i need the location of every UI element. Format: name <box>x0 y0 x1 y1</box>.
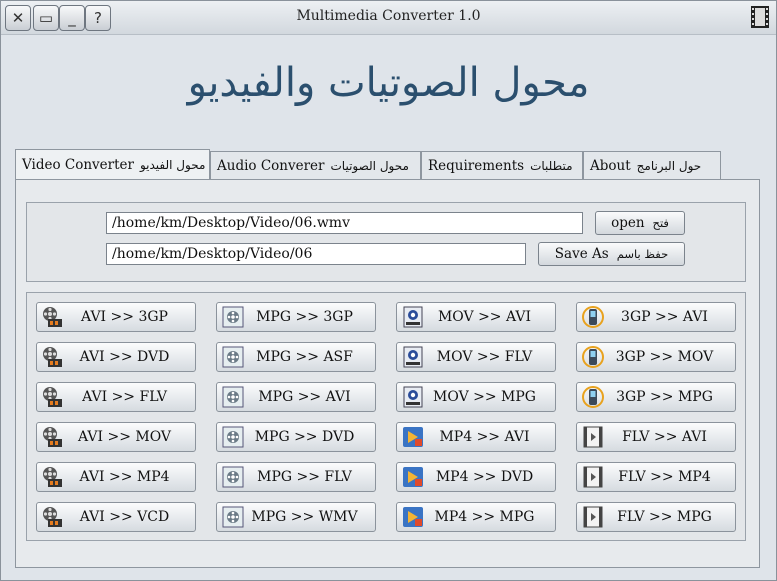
convert-mov-mpg-button[interactable]: MOV >> MPG <box>396 382 556 412</box>
convert-avi-3gp-button[interactable]: AVI >> 3GP <box>36 302 196 332</box>
tab-label: Video Converter <box>22 156 134 173</box>
convert-mp4-avi-button[interactable]: MP4 >> AVI <box>396 422 556 452</box>
convert-button-label: FLV >> MPG <box>617 509 712 525</box>
mp4-media-icon <box>402 466 424 488</box>
quicktime-icon <box>402 386 424 408</box>
mobile-phone-icon <box>582 346 604 368</box>
title-bar: ✕ ▭ _ ? Multimedia Converter 1.0 <box>0 0 777 35</box>
convert-mpg-asf-button[interactable]: MPG >> ASF <box>216 342 376 372</box>
convert-button-label: MP4 >> AVI <box>439 429 530 445</box>
flash-video-icon <box>582 466 604 488</box>
convert-button-label: 3GP >> MOV <box>615 349 714 365</box>
tab-label-arabic: محول الفيديو <box>139 157 206 172</box>
convert-mov-flv-button[interactable]: MOV >> FLV <box>396 342 556 372</box>
quicktime-icon <box>402 346 424 368</box>
save-as-button-label: Save As <box>554 246 609 262</box>
mpg-reel-icon <box>222 386 244 408</box>
convert-button-label: MP4 >> DVD <box>435 469 534 485</box>
convert-3gp-mov-button[interactable]: 3GP >> MOV <box>576 342 736 372</box>
convert-mp4-mpg-button[interactable]: MP4 >> MPG <box>396 502 556 532</box>
convert-mpg-avi-button[interactable]: MPG >> AVI <box>216 382 376 412</box>
convert-mpg-flv-button[interactable]: MPG >> FLV <box>216 462 376 492</box>
convert-avi-vcd-button[interactable]: AVI >> VCD <box>36 502 196 532</box>
convert-mpg-dvd-button[interactable]: MPG >> DVD <box>216 422 376 452</box>
convert-flv-avi-button[interactable]: FLV >> AVI <box>576 422 736 452</box>
convert-button-label: MPG >> 3GP <box>256 309 353 325</box>
convert-3gp-mpg-button[interactable]: 3GP >> MPG <box>576 382 736 412</box>
flash-video-icon <box>582 426 604 448</box>
tab-about[interactable]: About حول البرنامج <box>583 151 721 179</box>
convert-button-label: AVI >> DVD <box>79 349 170 365</box>
convert-flv-mpg-button[interactable]: FLV >> MPG <box>576 502 736 532</box>
film-reel-icon <box>42 346 64 368</box>
convert-button-label: MPG >> ASF <box>256 349 353 365</box>
film-reel-icon <box>42 386 64 408</box>
convert-button-label: AVI >> FLV <box>82 389 167 405</box>
tab-requirements[interactable]: Requirements متطلبات <box>421 151 583 179</box>
tab-label: Audio Converer <box>217 157 325 174</box>
flash-video-icon <box>582 506 604 528</box>
convert-button-label: MOV >> MPG <box>433 389 536 405</box>
mobile-phone-icon <box>582 386 604 408</box>
mpg-reel-icon <box>222 426 244 448</box>
convert-avi-dvd-button[interactable]: AVI >> DVD <box>36 342 196 372</box>
app-heading: محول الصوتيات والفيديو <box>187 60 590 106</box>
convert-button-label: AVI >> VCD <box>79 509 170 525</box>
convert-avi-mov-button[interactable]: AVI >> MOV <box>36 422 196 452</box>
tab-label-arabic: متطلبات <box>530 158 573 173</box>
convert-mpg-3gp-button[interactable]: MPG >> 3GP <box>216 302 376 332</box>
tab-video-converter[interactable]: Video Converter محول الفيديو <box>15 149 210 179</box>
mpg-reel-icon <box>222 306 244 328</box>
film-reel-icon <box>42 306 64 328</box>
convert-mpg-wmv-button[interactable]: MPG >> WMV <box>216 502 376 532</box>
convert-button-label: MPG >> DVD <box>254 429 355 445</box>
convert-button-label: FLV >> AVI <box>622 429 707 445</box>
convert-button-label: AVI >> MOV <box>77 429 172 445</box>
tab-label-arabic: حول البرنامج <box>636 158 702 173</box>
mp4-media-icon <box>402 426 424 448</box>
convert-button-label: MPG >> AVI <box>258 389 351 405</box>
film-reel-icon <box>42 506 64 528</box>
convert-mov-avi-button[interactable]: MOV >> AVI <box>396 302 556 332</box>
convert-button-label: AVI >> MP4 <box>79 469 170 485</box>
convert-avi-flv-button[interactable]: AVI >> FLV <box>36 382 196 412</box>
open-button-label: open <box>611 215 645 231</box>
convert-button-label: 3GP >> MPG <box>616 389 713 405</box>
input-path-field[interactable] <box>106 212 583 234</box>
convert-button-label: 3GP >> AVI <box>621 309 708 325</box>
open-button[interactable]: open فتح <box>595 211 685 235</box>
convert-button-label: MPG >> WMV <box>251 509 358 525</box>
convert-avi-mp4-button[interactable]: AVI >> MP4 <box>36 462 196 492</box>
film-reel-icon <box>42 466 64 488</box>
convert-3gp-avi-button[interactable]: 3GP >> AVI <box>576 302 736 332</box>
tab-label: About <box>590 157 631 174</box>
convert-button-label: MOV >> FLV <box>436 349 533 365</box>
tab-label-arabic: محول الصوتيات <box>330 158 409 173</box>
mpg-reel-icon <box>222 466 244 488</box>
convert-button-label: MP4 >> MPG <box>434 509 535 525</box>
convert-button-label: FLV >> MP4 <box>618 469 711 485</box>
convert-mp4-dvd-button[interactable]: MP4 >> DVD <box>396 462 556 492</box>
convert-button-label: MPG >> FLV <box>257 469 352 485</box>
mpg-reel-icon <box>222 346 244 368</box>
save-as-button[interactable]: Save As حفظ باسم <box>538 242 685 266</box>
tab-audio-converter[interactable]: Audio Converer محول الصوتيات <box>210 151 421 179</box>
window-title: Multimedia Converter 1.0 <box>296 8 481 24</box>
save-as-button-label-arabic: حفظ باسم <box>616 247 669 261</box>
quicktime-icon <box>402 306 424 328</box>
tab-label: Requirements <box>428 157 525 174</box>
convert-button-label: MOV >> AVI <box>437 309 532 325</box>
film-strip-icon <box>751 6 769 28</box>
output-path-field[interactable] <box>106 243 526 265</box>
mpg-reel-icon <box>222 506 244 528</box>
open-button-label-arabic: فتح <box>652 216 669 230</box>
mobile-phone-icon <box>582 306 604 328</box>
film-reel-icon <box>42 426 64 448</box>
mp4-media-icon <box>402 506 424 528</box>
convert-button-label: AVI >> 3GP <box>81 309 168 325</box>
convert-flv-mp4-button[interactable]: FLV >> MP4 <box>576 462 736 492</box>
